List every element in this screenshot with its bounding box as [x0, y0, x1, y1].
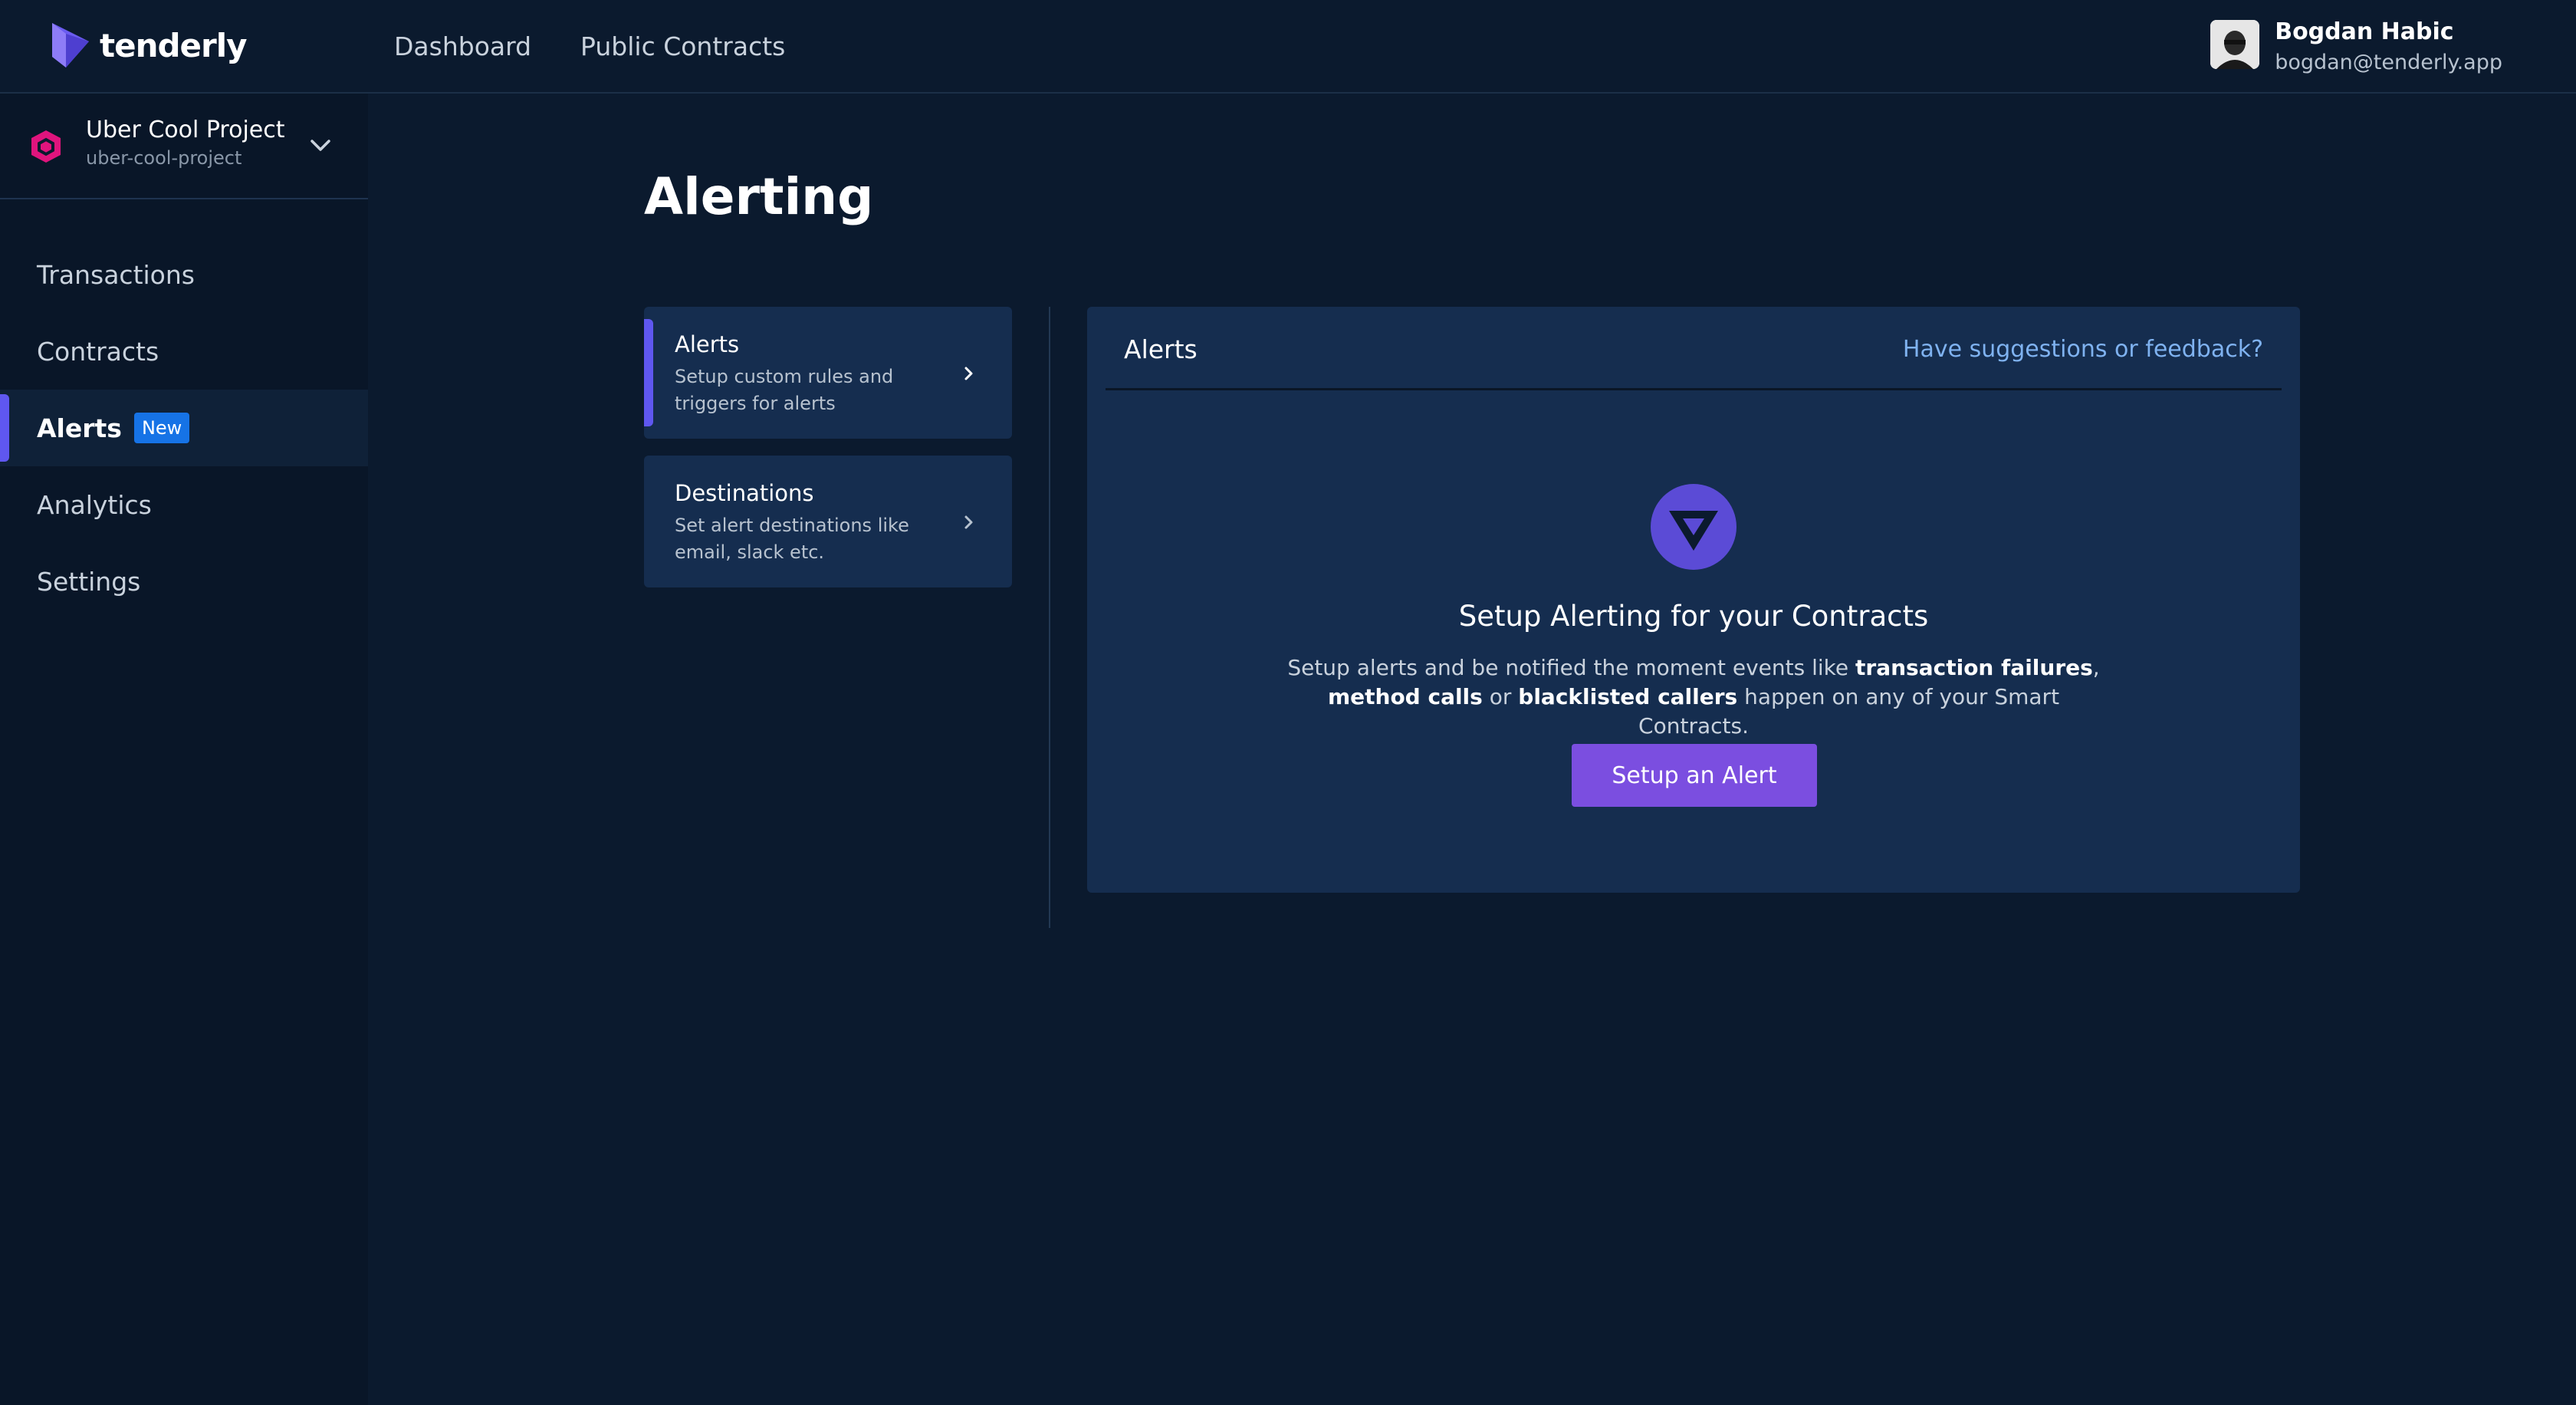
avatar [2210, 20, 2260, 69]
user-email: bogdan@tenderly.app [2275, 51, 2502, 74]
tenderly-triangle-icon [1650, 483, 1737, 574]
user-menu[interactable]: Bogdan Habic bogdan@tenderly.app [2210, 17, 2502, 78]
user-info: Bogdan Habic bogdan@tenderly.app [2275, 17, 2502, 78]
project-selector[interactable]: Uber Cool Project uber-cool-project [0, 94, 368, 199]
desc-bold: method calls [1327, 684, 1483, 709]
desc-text: Setup alerts and be notified the moment … [1287, 655, 1856, 680]
vertical-divider [1049, 307, 1050, 928]
new-badge: New [133, 413, 190, 443]
empty-state-title: Setup Alerting for your Contracts [1458, 600, 1929, 633]
project-slug: uber-cool-project [86, 147, 242, 169]
sidebar-item-alerts[interactable]: Alerts New [0, 390, 368, 466]
sidebar-item-label: Transactions [37, 259, 195, 290]
menu-card-title: Destinations [675, 480, 814, 506]
menu-card-title: Alerts [675, 331, 740, 357]
menu-card-destinations[interactable]: Destinations Set alert destinations like… [644, 456, 1012, 587]
panel-divider [1106, 388, 2282, 390]
sidebar-item-label: Contracts [37, 336, 159, 367]
menu-card-description: Setup custom rules and triggers for aler… [675, 366, 894, 414]
nav-dashboard[interactable]: Dashboard [394, 31, 531, 61]
sidebar-item-settings[interactable]: Settings [0, 543, 368, 620]
hexagon-icon [29, 129, 63, 167]
sidebar-nav: Transactions Contracts Alerts New Analyt… [0, 236, 368, 620]
alerts-panel: Alerts Have suggestions or feedback? Set… [1087, 307, 2300, 893]
desc-text: , [2092, 655, 2100, 680]
desc-text: or [1482, 684, 1519, 709]
sidebar-item-contracts[interactable]: Contracts [0, 313, 368, 390]
tenderly-logo-icon [52, 23, 89, 67]
sidebar-item-transactions[interactable]: Transactions [0, 236, 368, 313]
setup-alert-button[interactable]: Setup an Alert [1572, 744, 1817, 807]
tenderly-logo[interactable]: tenderly [49, 20, 247, 71]
sidebar-item-analytics[interactable]: Analytics [0, 466, 368, 543]
sidebar: Uber Cool Project uber-cool-project Tran… [0, 94, 368, 1405]
feedback-link[interactable]: Have suggestions or feedback? [1903, 336, 2263, 363]
nav-public-contracts[interactable]: Public Contracts [580, 31, 785, 61]
chevron-right-icon [960, 511, 978, 537]
empty-state-description: Setup alerts and be notified the moment … [1280, 653, 2108, 741]
top-nav: Dashboard Public Contracts [394, 0, 834, 92]
panel-title: Alerts [1124, 334, 1198, 364]
desc-bold: transaction failures [1855, 655, 2093, 680]
chevron-right-icon [960, 362, 978, 388]
menu-card-alerts[interactable]: Alerts Setup custom rules and triggers f… [644, 307, 1012, 439]
menu-card-description: Set alert destinations like email, slack… [675, 515, 909, 563]
sidebar-item-label: Analytics [37, 489, 152, 520]
chevron-down-icon[interactable] [308, 133, 333, 161]
project-name: Uber Cool Project [86, 117, 285, 143]
user-name: Bogdan Habic [2275, 18, 2454, 45]
sidebar-item-label: Settings [37, 566, 141, 597]
sidebar-item-label: Alerts [37, 413, 122, 443]
top-bar: tenderly Dashboard Public Contracts Bogd… [0, 0, 2576, 94]
desc-bold: blacklisted callers [1518, 684, 1738, 709]
logo-text: tenderly [100, 26, 247, 64]
page-title: Alerting [644, 167, 874, 226]
